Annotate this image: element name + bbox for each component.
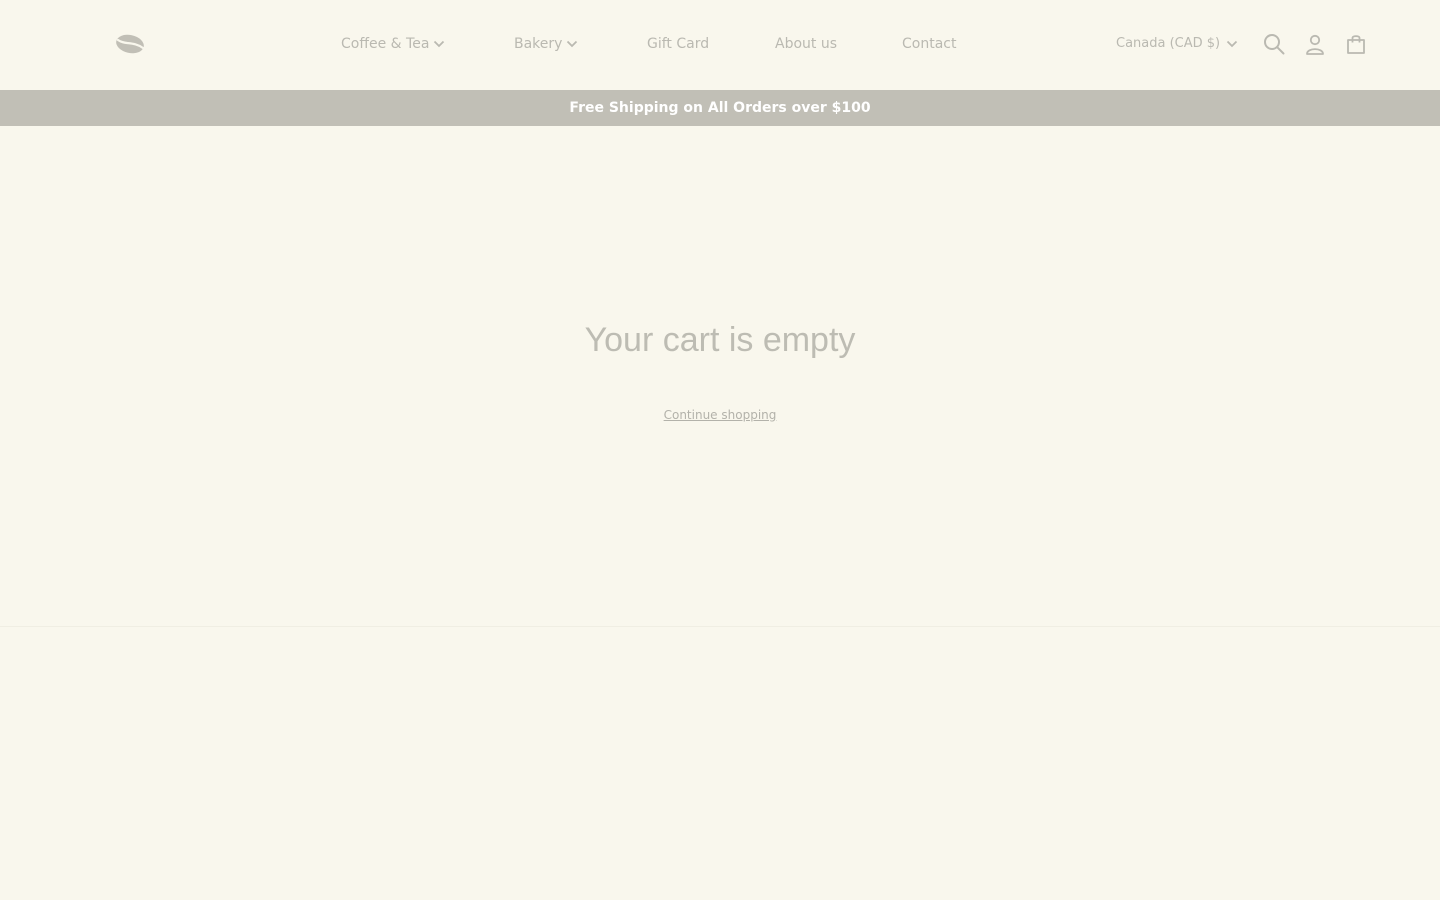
nav-item-gift-card[interactable]: Gift Card bbox=[647, 35, 709, 53]
continue-shopping-container: Continue shopping bbox=[0, 406, 1440, 424]
site-header: Coffee & Tea Bakery Gift Card About us C… bbox=[0, 0, 1440, 90]
continue-shopping-link[interactable]: Continue shopping bbox=[664, 408, 777, 422]
announcement-bar: Free Shipping on All Orders over $100 bbox=[0, 90, 1440, 126]
search-icon[interactable] bbox=[1262, 32, 1286, 56]
page-title: Your cart is empty bbox=[584, 321, 856, 359]
country-selector[interactable]: Canada (CAD $) bbox=[1116, 35, 1238, 53]
cart-icon[interactable] bbox=[1344, 32, 1368, 56]
chevron-down-icon bbox=[567, 40, 578, 48]
nav-item-label: Contact bbox=[902, 36, 957, 52]
footer-divider bbox=[0, 626, 1440, 627]
chevron-down-icon bbox=[434, 40, 445, 48]
announcement-text: Free Shipping on All Orders over $100 bbox=[569, 100, 871, 116]
nav-item-coffee-tea[interactable]: Coffee & Tea bbox=[341, 35, 445, 53]
nav-item-label: Bakery bbox=[514, 36, 563, 52]
country-selector-label: Canada (CAD $) bbox=[1116, 36, 1221, 51]
nav-item-label: About us bbox=[775, 36, 838, 52]
nav-item-bakery[interactable]: Bakery bbox=[514, 35, 578, 53]
nav-item-label: Gift Card bbox=[647, 36, 710, 52]
chevron-down-icon bbox=[1227, 40, 1238, 48]
account-icon[interactable] bbox=[1303, 32, 1327, 56]
nav-item-label: Coffee & Tea bbox=[341, 36, 430, 52]
nav-item-contact[interactable]: Contact bbox=[902, 35, 956, 53]
nav-item-about-us[interactable]: About us bbox=[775, 35, 837, 53]
